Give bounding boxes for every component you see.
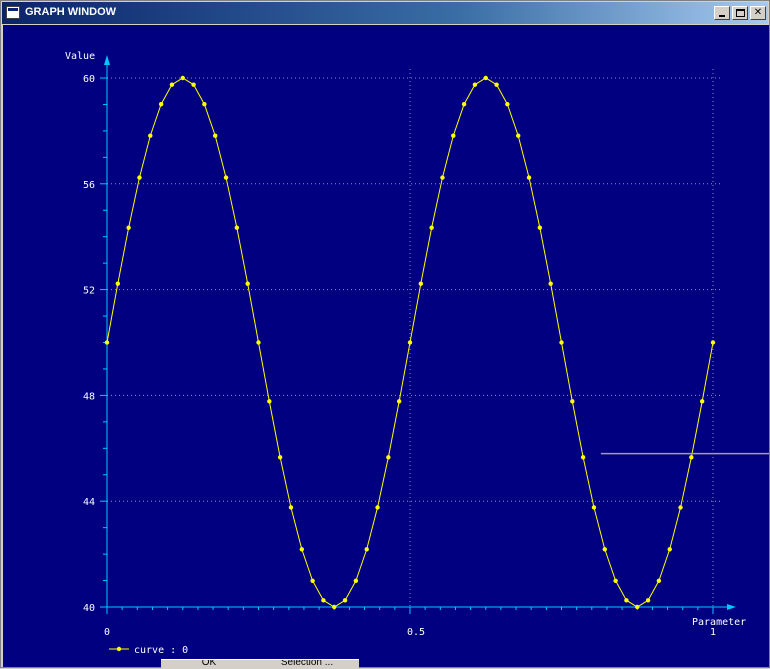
close-button[interactable]: ✕ — [750, 6, 766, 20]
data-point-55 — [699, 399, 705, 404]
y-axis-label: Value — [65, 51, 95, 62]
grid — [107, 69, 723, 607]
data-point-45 — [591, 505, 597, 510]
data-point-39 — [526, 175, 532, 180]
maximize-button[interactable] — [732, 6, 748, 20]
x-tick-label-1: 0.5 — [407, 627, 425, 638]
data-point-54 — [689, 455, 694, 460]
data-point-27 — [396, 399, 402, 404]
y-axis-arrow-icon — [104, 55, 110, 65]
data-point-14 — [256, 340, 261, 345]
data-point-56 — [710, 340, 716, 345]
data-point-16 — [277, 455, 283, 460]
data-point-23 — [353, 578, 359, 583]
data-point-4 — [148, 133, 153, 138]
title-bar[interactable]: GRAPH WINDOW ✕ — [2, 2, 768, 24]
y-tick-label-5: 60 — [83, 74, 95, 85]
data-point-8 — [191, 82, 196, 87]
data-point-40 — [537, 225, 543, 230]
close-icon: ✕ — [753, 7, 763, 18]
data-point-15 — [267, 399, 272, 404]
data-point-3 — [137, 175, 142, 180]
data-point-2 — [126, 225, 131, 230]
y-tick-label-1: 44 — [83, 497, 95, 508]
data-point-48 — [624, 598, 629, 603]
data-point-10 — [213, 133, 218, 138]
axes: Value Parameter — [65, 51, 746, 628]
window-title: GRAPH WINDOW — [25, 6, 117, 18]
data-point-53 — [678, 505, 683, 510]
data-point-7 — [180, 75, 185, 81]
data-point-11 — [223, 175, 229, 180]
data-point-21 — [332, 604, 337, 610]
data-point-12 — [234, 225, 240, 230]
data-point-50 — [645, 598, 651, 603]
data-point-0 — [104, 340, 110, 345]
data-point-17 — [288, 505, 294, 510]
data-point-36 — [494, 82, 499, 87]
data-point-28 — [407, 340, 413, 345]
legend: curve : 0 — [109, 645, 188, 656]
data-point-44 — [580, 455, 586, 460]
y-tick-label-0: 40 — [83, 603, 95, 614]
data-point-35 — [483, 75, 488, 81]
data-point-42 — [559, 340, 564, 345]
data-point-25 — [375, 505, 380, 510]
legend-label: curve : 0 — [134, 645, 188, 656]
data-point-5 — [158, 102, 164, 107]
data-point-6 — [169, 82, 175, 87]
x-axis-arrow-icon — [727, 604, 736, 610]
data-point-32 — [451, 133, 456, 138]
data-point-29 — [418, 281, 424, 286]
ticks: 40 44 48 52 56 60 0 0.5 1 — [83, 74, 716, 638]
maximize-icon — [736, 9, 745, 17]
data-point-1 — [115, 281, 121, 286]
x-tick-label-2: 1 — [710, 627, 716, 638]
y-tick-label-4: 56 — [83, 180, 95, 191]
graph-window: GRAPH WINDOW ✕ Value Parameter 40 44 48 52 5… — [0, 0, 770, 669]
data-point-33 — [461, 102, 467, 107]
data-point-46 — [602, 547, 607, 552]
data-point-41 — [548, 281, 553, 286]
data-point-30 — [429, 225, 434, 230]
data-point-38 — [516, 133, 521, 138]
x-tick-label-0: 0 — [104, 627, 110, 638]
data-point-47 — [613, 578, 618, 583]
y-tick-label-2: 48 — [83, 391, 95, 402]
minimize-icon — [719, 15, 725, 17]
data-point-19 — [310, 578, 315, 583]
data-point-18 — [299, 547, 304, 552]
window-icon[interactable] — [6, 6, 20, 19]
data-point-51 — [656, 578, 662, 583]
graph-chart: Value Parameter 40 44 48 52 56 60 0 0.5 1 curve … — [65, 51, 769, 656]
data-point-49 — [635, 604, 640, 610]
data-point-24 — [364, 547, 369, 552]
data-point-26 — [386, 455, 391, 460]
data-point-52 — [667, 547, 672, 552]
data-point-20 — [321, 598, 326, 603]
minimize-button[interactable] — [714, 6, 730, 20]
data-point-22 — [342, 598, 348, 603]
data-point-43 — [570, 399, 575, 404]
legend-marker-icon — [116, 646, 122, 652]
data-point-34 — [472, 82, 478, 87]
data-point-37 — [505, 102, 510, 107]
data-point-31 — [440, 175, 445, 180]
plot-area[interactable]: Value Parameter 40 44 48 52 56 60 0 0.5 1 curve … — [3, 25, 769, 667]
data-point-9 — [202, 102, 207, 107]
y-tick-label-3: 52 — [83, 286, 95, 297]
x-axis-label: Parameter — [692, 617, 746, 628]
data-point-13 — [245, 281, 250, 286]
